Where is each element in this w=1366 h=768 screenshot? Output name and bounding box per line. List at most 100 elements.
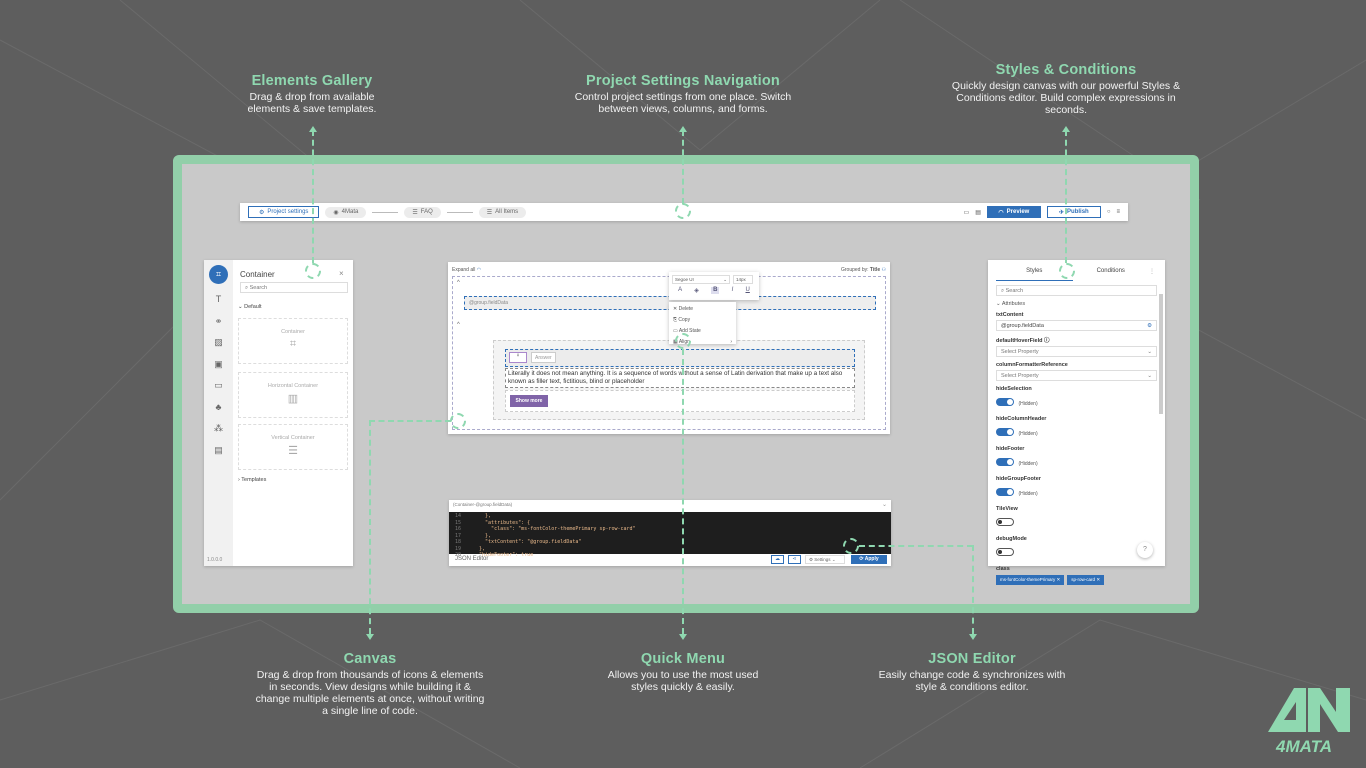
class-tags: ms-fontColor-themePrimary ✕ sp-row-card … <box>996 575 1157 585</box>
toggle-switch[interactable] <box>996 547 1014 556</box>
arrow-down-icon <box>679 634 687 640</box>
publish-button[interactable]: ✈ Publish <box>1046 206 1101 218</box>
shapes-category-icon[interactable]: ♣ <box>204 397 233 419</box>
comment-icon[interactable]: ▤ <box>975 209 981 216</box>
label: Expand all <box>452 267 476 273</box>
line-text: }, <box>473 545 486 552</box>
settings-icon[interactable]: ⚙ <box>1147 323 1152 329</box>
columns-icon: ▥ <box>287 393 299 405</box>
card-header[interactable]: ♀ Answer <box>505 349 855 367</box>
button-category-icon[interactable]: ▭ <box>204 375 233 397</box>
arrow-up-icon <box>679 126 687 132</box>
toggle-switch[interactable] <box>996 427 1014 436</box>
breadcrumb-faq[interactable]: ☰ FAQ <box>404 206 441 218</box>
gallery-item-horizontal-container[interactable]: Horizontal Container ▥ <box>238 372 348 418</box>
label: Apply <box>864 556 879 562</box>
help-button[interactable]: ? <box>1137 542 1153 558</box>
placeholder: Search <box>1005 288 1024 294</box>
line-text: }, <box>473 513 492 519</box>
toggle-switch[interactable] <box>996 397 1014 406</box>
default-section-toggle[interactable]: ⌄ Default <box>238 304 262 310</box>
panel-tabs: Styles Conditions ⋮ <box>996 260 1157 282</box>
italic-icon[interactable]: I <box>732 287 734 294</box>
bell-icon[interactable]: ○ <box>1107 209 1111 215</box>
toggle-switch[interactable] <box>996 517 1014 526</box>
toggle-field: hideFooter (Hidden) <box>996 446 1157 470</box>
close-icon[interactable]: × <box>339 269 344 278</box>
expand-all-button[interactable]: Expand all ◠ <box>452 267 481 273</box>
card-container[interactable]: ♀ Answer Literally it does not mean anyt… <box>493 340 865 420</box>
attributes-section-toggle[interactable]: ⌄ Attributes <box>996 301 1157 307</box>
tab-conditions[interactable]: Conditions <box>1073 262 1150 280</box>
project-settings-button[interactable]: ⚙ Project settings <box>248 206 320 218</box>
menu-item-copy[interactable]: ⎘ Copy <box>673 315 732 326</box>
class-tag[interactable]: sp-row-card ✕ <box>1067 575 1105 585</box>
code-area[interactable]: 14 }, 15 "attributes": {16 "class": "ms-f… <box>449 512 891 558</box>
toggle-switch[interactable] <box>996 487 1014 496</box>
underline-icon[interactable]: U <box>746 287 750 294</box>
menu-item-delete[interactable]: ✕ Delete <box>673 304 732 315</box>
chevron-down-icon[interactable]: ⌄ <box>882 501 887 508</box>
text-category-icon[interactable]: T <box>204 289 233 311</box>
line-text: }, <box>473 532 492 539</box>
txtcontent-input[interactable]: @group.fieldData ⚙ <box>996 320 1157 331</box>
format-buttons: A ◈ B I U <box>672 287 756 294</box>
label: 4Mata <box>341 209 359 215</box>
annotation-text: Easily change code & synchronizes with s… <box>878 669 1066 693</box>
preview-button[interactable]: ◠ Preview <box>986 206 1041 218</box>
bold-icon[interactable]: B <box>711 287 720 294</box>
cloud-icon[interactable]: ☁ <box>771 555 784 564</box>
gallery-item-vertical-container[interactable]: Vertical Container ☰ <box>238 424 348 470</box>
collapse-icon[interactable]: ^ <box>457 322 460 328</box>
font-size-input[interactable]: 14px <box>733 275 753 284</box>
elements-gallery: ⌗ T ⚭ ▨ ▣ ▭ ♣ ⁂ ▤ 1.0.0.0 Container × ⌕ Search … <box>204 260 353 566</box>
scrollbar[interactable] <box>1159 294 1163 414</box>
connector <box>972 545 974 634</box>
gallery-search-input[interactable]: ⌕ Search <box>240 282 348 293</box>
font-color-icon[interactable]: A <box>678 287 682 294</box>
breadcrumb-app[interactable]: ◉ 4Mata <box>325 206 367 218</box>
screen-icon[interactable]: ▭ <box>964 209 970 216</box>
container-category-icon[interactable]: ⌗ <box>209 265 228 284</box>
label: Copy <box>678 317 691 323</box>
form-category-icon[interactable]: ▤ <box>204 440 233 462</box>
value: Segoe UI <box>675 277 694 282</box>
svg-category-icon[interactable]: ▣ <box>204 354 233 376</box>
collapse-icon[interactable]: ^ <box>457 280 460 286</box>
annotation-title: Styles & Conditions <box>995 62 1137 78</box>
share-icon[interactable]: ⋖ <box>788 555 801 564</box>
apply-button[interactable]: ⟳ Apply <box>851 555 887 564</box>
label: Horizontal Container <box>267 383 319 389</box>
card-body-text[interactable]: Literally it does not mean anything. It … <box>505 368 855 388</box>
more-icon[interactable]: ⋮ <box>1149 268 1157 275</box>
arrow-up-icon <box>309 126 317 132</box>
breadcrumb-all-items[interactable]: ☰ All Items <box>478 206 527 218</box>
font-select[interactable]: Segoe UI ⌄ <box>672 275 730 284</box>
templates-section-toggle[interactable]: › Templates <box>238 477 266 483</box>
grouped-by[interactable]: Grouped by: Title ⚇ <box>841 267 886 273</box>
styles-search-input[interactable]: ⌕ Search <box>996 285 1157 296</box>
column-formatter-select[interactable]: Select Property ⌄ <box>996 370 1157 381</box>
action-category-icon[interactable]: ⁂ <box>204 418 233 440</box>
gallery-item-container[interactable]: Container ⌗ <box>238 318 348 364</box>
gallery-title: Container <box>240 270 275 279</box>
divider <box>446 211 473 213</box>
menu-icon[interactable]: ≡ <box>1116 209 1120 215</box>
default-hover-field-select[interactable]: Select Property ⌄ <box>996 346 1157 357</box>
highlight-icon[interactable]: ◈ <box>694 287 699 294</box>
toggle-switch[interactable] <box>996 457 1014 466</box>
toggle-field: hideColumnHeader (Hidden) <box>996 416 1157 440</box>
show-more-button[interactable]: Show more <box>510 395 548 407</box>
settings-select[interactable]: ⚙ Settings ⌄ <box>805 555 845 564</box>
image-category-icon[interactable]: ▨ <box>204 332 233 354</box>
value: Select Property <box>1001 373 1039 379</box>
connector <box>1065 130 1067 263</box>
chevron-down-icon: ⌄ <box>1147 349 1152 355</box>
link-category-icon[interactable]: ⚭ <box>204 311 233 333</box>
class-tag[interactable]: ms-fontColor-themePrimary ✕ <box>996 575 1065 585</box>
json-breadcrumb: (Container-@group.fieldData) <box>453 502 513 507</box>
design-canvas: Expand all ◠ Grouped by: Title ⚇ ^ @grou… <box>448 262 890 434</box>
label: Templates <box>241 477 267 483</box>
annotation-project-settings: Project Settings Navigation Control proje… <box>563 74 803 115</box>
info-icon[interactable]: ⓘ <box>1044 338 1050 344</box>
